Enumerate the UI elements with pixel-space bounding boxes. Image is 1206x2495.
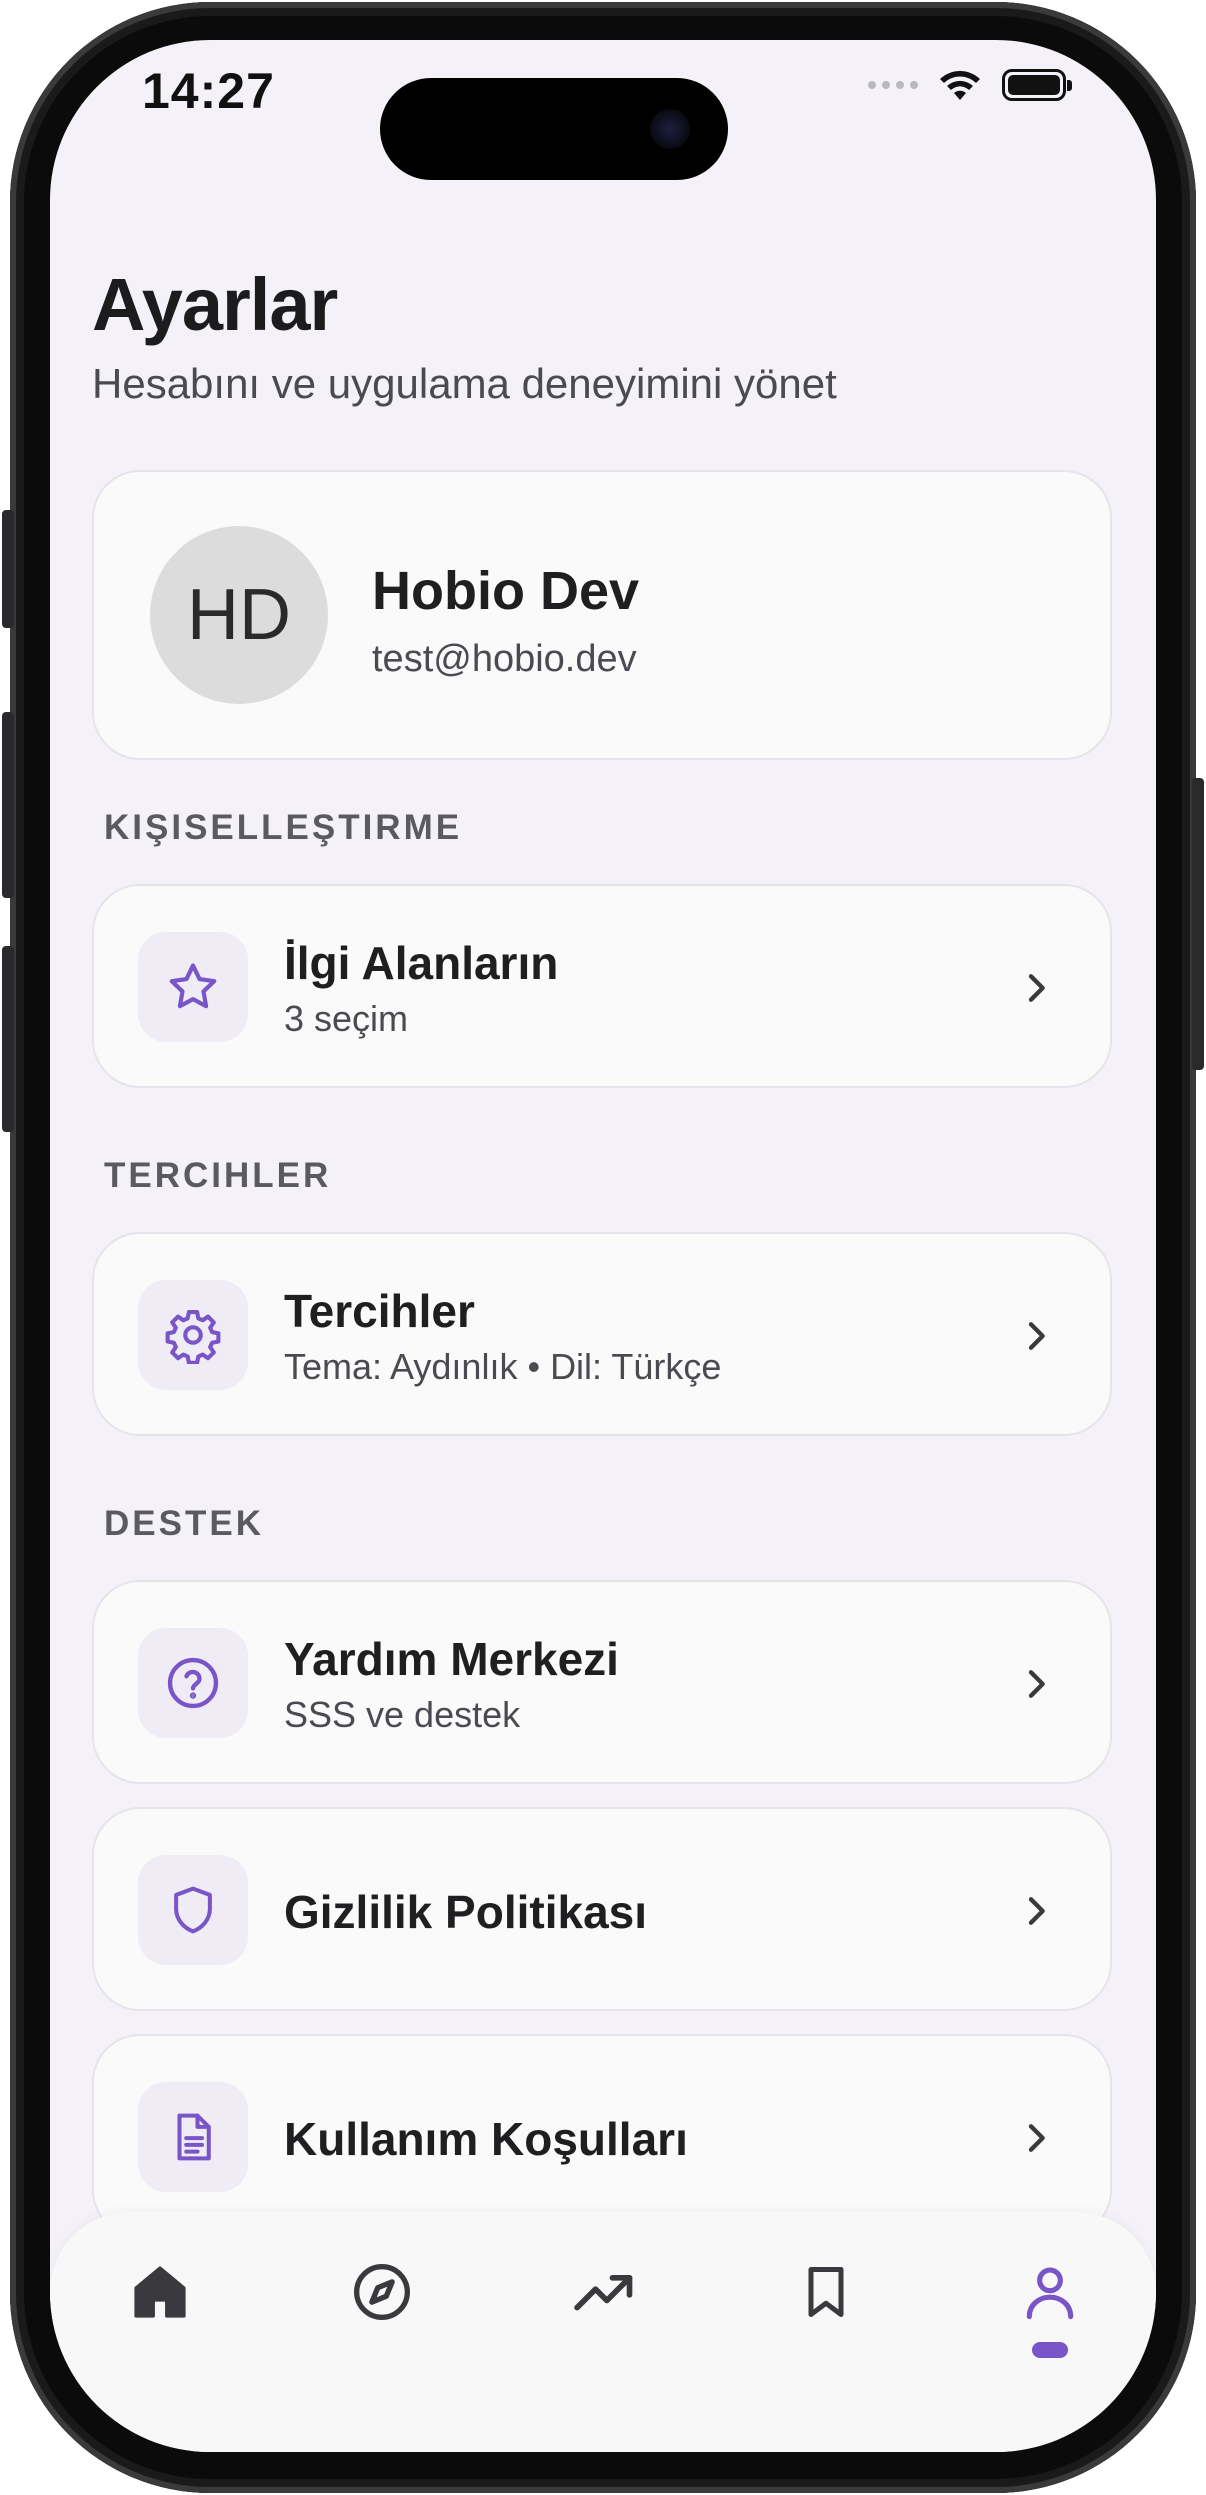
battery-icon <box>1002 69 1072 101</box>
action-button <box>2 510 14 628</box>
settings-row-privacy-policy[interactable]: Gizlilik Politikası <box>92 1807 1112 2011</box>
profile-email: test@hobio.dev <box>372 638 637 680</box>
profile-card[interactable]: HD Hobio Dev test@hobio.dev <box>92 470 1112 760</box>
camera-icon <box>650 109 690 149</box>
row-subtitle: Tema: Aydınlık • Dil: Türkçe <box>284 1346 722 1387</box>
page-subtitle: Hesabını ve uygulama deneyimini yönet <box>92 360 837 407</box>
settings-row-help-center[interactable]: Yardım Merkezi SSS ve destek <box>92 1580 1112 1784</box>
volume-up-button <box>2 712 14 898</box>
shield-icon <box>138 1855 248 1965</box>
chevron-right-icon <box>1028 974 1045 1002</box>
tab-bar <box>50 2212 1156 2452</box>
tab-trending[interactable] <box>564 2252 644 2332</box>
tab-profile[interactable] <box>1010 2252 1090 2332</box>
chevron-right-icon <box>1028 1897 1045 1925</box>
row-title: Tercihler <box>284 1285 475 1337</box>
page-title: Ayarlar <box>92 263 338 346</box>
profile-icon <box>1026 2267 1074 2320</box>
section-label-preferences: TERCIHLER <box>104 1156 332 1195</box>
settings-row-interests[interactable]: İlgi Alanların 3 seçim <box>92 884 1112 1088</box>
status-time: 14:27 <box>142 63 275 119</box>
row-title: Kullanım Koşulları <box>284 2113 688 2165</box>
bookmark-icon <box>808 2267 844 2317</box>
chevron-right-icon <box>1028 1670 1045 1698</box>
document-icon <box>138 2082 248 2192</box>
row-subtitle: 3 seçim <box>284 998 409 1039</box>
tab-explore[interactable] <box>342 2252 422 2332</box>
section-label-personalization: KIŞISELLEŞTIRME <box>104 808 463 847</box>
row-title: Yardım Merkezi <box>284 1633 619 1685</box>
avatar: HD <box>150 526 328 704</box>
gear-icon <box>138 1280 248 1390</box>
profile-name: Hobio Dev <box>372 561 640 621</box>
power-button <box>1192 778 1204 1070</box>
wifi-icon <box>940 71 980 100</box>
volume-down-button <box>2 946 14 1132</box>
compass-icon <box>354 2264 410 2320</box>
home-icon <box>134 2266 186 2318</box>
chevron-right-icon <box>1028 2124 1045 2152</box>
signal-icon <box>868 81 918 89</box>
screen: 14:27 Ayarlar Hesabını ve uygulama deney… <box>50 40 1156 2452</box>
dynamic-island <box>380 78 728 180</box>
status-icons <box>868 68 1072 102</box>
tab-bookmarks[interactable] <box>786 2252 866 2332</box>
question-circle-icon <box>138 1628 248 1738</box>
section-label-support: DESTEK <box>104 1504 264 1543</box>
star-icon <box>138 932 248 1042</box>
trending-icon <box>574 2275 633 2311</box>
tab-home[interactable] <box>120 2252 200 2332</box>
row-subtitle: SSS ve destek <box>284 1694 521 1735</box>
settings-row-terms-of-use[interactable]: Kullanım Koşulları <box>92 2034 1112 2238</box>
chevron-right-icon <box>1028 1322 1045 1350</box>
row-title: İlgi Alanların <box>284 937 559 989</box>
settings-row-preferences[interactable]: Tercihler Tema: Aydınlık • Dil: Türkçe <box>92 1232 1112 1436</box>
active-tab-indicator <box>1032 2342 1068 2358</box>
row-title: Gizlilik Politikası <box>284 1886 648 1938</box>
